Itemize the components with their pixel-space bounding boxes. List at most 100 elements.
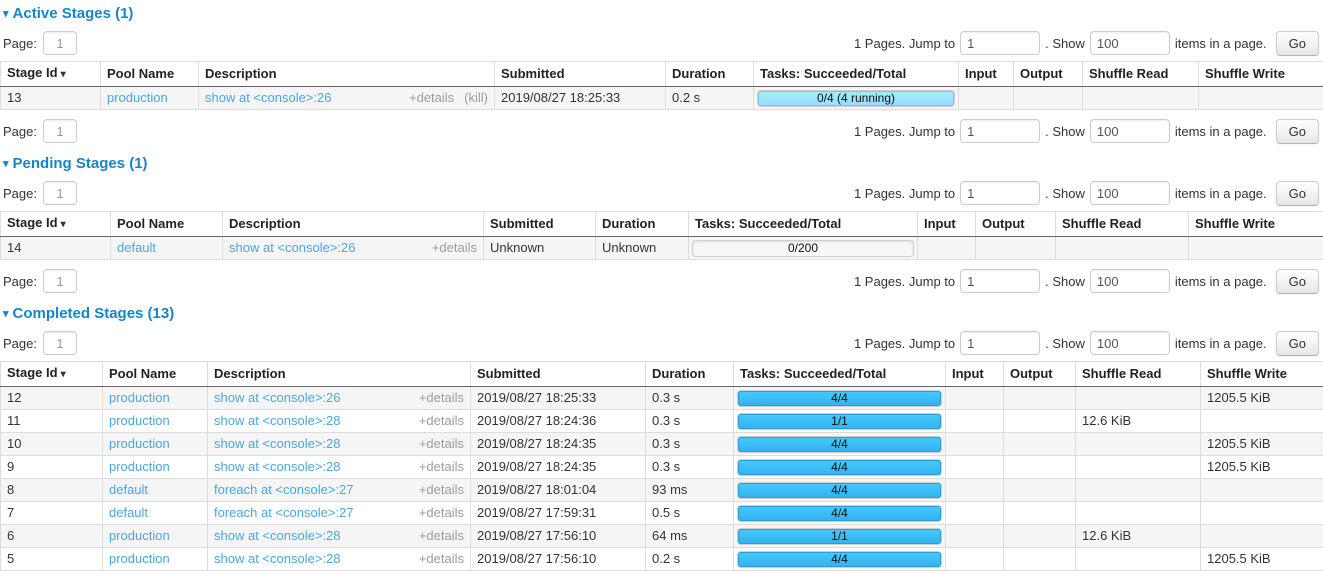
col-header-stage-id[interactable]: Stage Id▾	[1, 362, 103, 387]
col-header-shuffle-write[interactable]: Shuffle Write	[1199, 62, 1323, 87]
show-count-input[interactable]	[1090, 269, 1170, 293]
jump-to-input[interactable]	[960, 181, 1040, 205]
col-header-tasks[interactable]: Tasks: Succeeded/Total	[689, 212, 918, 237]
description-link[interactable]: foreach at <console>:27	[214, 482, 354, 498]
description-link[interactable]: show at <console>:26	[214, 390, 340, 406]
jump-to-input[interactable]	[960, 31, 1040, 55]
kill-link[interactable]: (kill)	[464, 90, 488, 106]
description-link[interactable]: show at <console>:26	[205, 90, 331, 106]
go-button[interactable]: Go	[1276, 269, 1319, 294]
page-number-input[interactable]	[43, 119, 77, 143]
stage-id-cell: 9	[1, 456, 103, 479]
show-count-input[interactable]	[1090, 331, 1170, 355]
page-number-input[interactable]	[43, 331, 77, 355]
pool-link[interactable]: production	[107, 90, 168, 105]
table-row: 9productionshow at <console>:28+details2…	[1, 456, 1323, 479]
details-toggle[interactable]: +details	[419, 482, 464, 498]
description-link[interactable]: show at <console>:28	[214, 528, 340, 544]
page-number-input[interactable]	[43, 31, 77, 55]
description-link[interactable]: show at <console>:28	[214, 436, 340, 452]
col-header-description[interactable]: Description	[199, 62, 495, 87]
description-link[interactable]: show at <console>:28	[214, 413, 340, 429]
shuffle-read-cell	[1076, 456, 1201, 479]
active-stages-heading[interactable]: ▾Active Stages (1)	[3, 6, 1323, 22]
jump-to-input[interactable]	[960, 269, 1040, 293]
col-header-duration[interactable]: Duration	[646, 362, 734, 387]
col-header-stage-id[interactable]: Stage Id▾	[1, 212, 111, 237]
col-header-shuffle-write[interactable]: Shuffle Write	[1201, 362, 1323, 387]
page-selector: Page:	[3, 181, 77, 205]
col-header-description[interactable]: Description	[223, 212, 484, 237]
description-cell: show at <console>:28 +details	[208, 548, 471, 571]
go-button[interactable]: Go	[1276, 331, 1319, 356]
details-toggle[interactable]: +details	[419, 459, 464, 475]
go-button[interactable]: Go	[1276, 31, 1319, 56]
col-header-description[interactable]: Description	[208, 362, 471, 387]
details-toggle[interactable]: +details	[419, 390, 464, 406]
col-header-shuffle-read[interactable]: Shuffle Read	[1076, 362, 1201, 387]
show-count-input[interactable]	[1090, 181, 1170, 205]
pool-link[interactable]: production	[109, 551, 170, 566]
col-header-input[interactable]: Input	[946, 362, 1004, 387]
pagination-controls: 1 Pages. Jump to . Show items in a page.…	[854, 119, 1319, 144]
col-header-duration[interactable]: Duration	[666, 62, 754, 87]
output-cell	[1004, 479, 1076, 502]
collapse-arrow-icon: ▾	[3, 158, 9, 170]
col-header-submitted[interactable]: Submitted	[471, 362, 646, 387]
col-header-input[interactable]: Input	[918, 212, 976, 237]
description-link[interactable]: show at <console>:28	[214, 551, 340, 567]
col-header-shuffle-write[interactable]: Shuffle Write	[1189, 212, 1323, 237]
go-button[interactable]: Go	[1276, 181, 1319, 206]
pool-link[interactable]: production	[109, 436, 170, 451]
details-toggle[interactable]: +details	[419, 551, 464, 567]
col-header-output[interactable]: Output	[1004, 362, 1076, 387]
col-header-pool-name[interactable]: Pool Name	[103, 362, 208, 387]
active-stages-table: Stage Id▾ Pool Name Description Submitte…	[0, 61, 1323, 110]
col-header-tasks[interactable]: Tasks: Succeeded/Total	[754, 62, 959, 87]
details-toggle[interactable]: +details	[419, 413, 464, 429]
duration-cell: 0.3 s	[646, 387, 734, 410]
details-toggle[interactable]: +details	[409, 90, 454, 106]
col-header-pool-name[interactable]: Pool Name	[101, 62, 199, 87]
pool-link[interactable]: production	[109, 528, 170, 543]
col-header-submitted[interactable]: Submitted	[495, 62, 666, 87]
show-count-input[interactable]	[1090, 119, 1170, 143]
tasks-cell: 4/4	[734, 387, 946, 410]
col-header-submitted[interactable]: Submitted	[484, 212, 596, 237]
details-toggle[interactable]: +details	[419, 528, 464, 544]
col-header-output[interactable]: Output	[1014, 62, 1083, 87]
pool-link[interactable]: production	[109, 390, 170, 405]
table-header-row: Stage Id▾ Pool Name Description Submitte…	[1, 212, 1323, 237]
stage-id-cell: 13	[1, 87, 101, 110]
output-cell	[1014, 87, 1083, 110]
col-header-tasks[interactable]: Tasks: Succeeded/Total	[734, 362, 946, 387]
pool-link[interactable]: default	[117, 240, 156, 255]
col-header-shuffle-read[interactable]: Shuffle Read	[1056, 212, 1189, 237]
col-header-stage-id[interactable]: Stage Id▾	[1, 62, 101, 87]
description-link[interactable]: show at <console>:28	[214, 459, 340, 475]
items-text: items in a page.	[1175, 124, 1267, 139]
show-count-input[interactable]	[1090, 31, 1170, 55]
description-link[interactable]: foreach at <console>:27	[214, 505, 354, 521]
description-link[interactable]: show at <console>:26	[229, 240, 355, 256]
page-number-input[interactable]	[43, 269, 77, 293]
jump-to-input[interactable]	[960, 331, 1040, 355]
jump-to-input[interactable]	[960, 119, 1040, 143]
details-toggle[interactable]: +details	[419, 505, 464, 521]
stage-id-cell: 14	[1, 237, 111, 260]
col-header-pool-name[interactable]: Pool Name	[111, 212, 223, 237]
go-button[interactable]: Go	[1276, 119, 1319, 144]
details-toggle[interactable]: +details	[432, 240, 477, 256]
completed-stages-heading[interactable]: ▾Completed Stages (13)	[3, 306, 1323, 322]
pool-link[interactable]: default	[109, 482, 148, 497]
col-header-duration[interactable]: Duration	[596, 212, 689, 237]
pool-link[interactable]: production	[109, 459, 170, 474]
col-header-output[interactable]: Output	[976, 212, 1056, 237]
pending-stages-heading[interactable]: ▾Pending Stages (1)	[3, 156, 1323, 172]
details-toggle[interactable]: +details	[419, 436, 464, 452]
page-number-input[interactable]	[43, 181, 77, 205]
col-header-shuffle-read[interactable]: Shuffle Read	[1083, 62, 1199, 87]
pool-link[interactable]: production	[109, 413, 170, 428]
col-header-input[interactable]: Input	[959, 62, 1014, 87]
pool-link[interactable]: default	[109, 505, 148, 520]
